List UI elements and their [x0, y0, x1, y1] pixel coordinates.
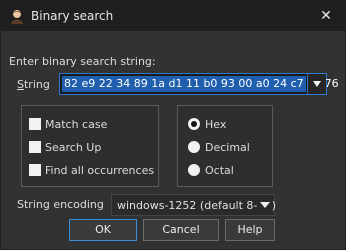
decimal-radio[interactable]	[188, 141, 200, 153]
window-title: Binary search	[31, 9, 114, 23]
match-case-checkbox[interactable]	[29, 118, 41, 130]
search-up-checkbox[interactable]	[29, 141, 41, 153]
octal-radio[interactable]	[188, 164, 200, 176]
options-group: Match case Search Up Find all occurrence…	[21, 105, 159, 187]
octal-label: Octal	[205, 164, 234, 177]
search-history-dropdown[interactable]	[307, 74, 326, 94]
cancel-button[interactable]: Cancel	[143, 219, 219, 241]
binary-search-dialog: Binary search ✕ Enter binary search stri…	[0, 0, 346, 250]
format-group: Hex Decimal Octal	[177, 105, 273, 187]
chevron-down-icon[interactable]	[258, 197, 272, 213]
app-avatar-icon	[11, 10, 23, 24]
hex-radio[interactable]	[188, 118, 200, 130]
help-button[interactable]: Help	[225, 219, 275, 241]
match-case-label: Match case	[45, 118, 108, 131]
find-all-checkbox[interactable]	[29, 164, 41, 176]
ok-button[interactable]: OK	[69, 219, 137, 241]
string-label: String	[17, 78, 50, 91]
decimal-label: Decimal	[205, 141, 250, 154]
encoding-select[interactable]: windows-1252 (default 8-bit)	[111, 194, 277, 216]
search-string-input[interactable]: 82 e9 22 34 89 1a d1 11 b0 93 00 a0 24 c…	[59, 73, 339, 95]
encoding-label: String encoding	[17, 198, 104, 211]
search-up-label: Search Up	[45, 141, 102, 154]
search-string-value: 82 e9 22 34 89 1a d1 11 b0 93 00 a0 24 c…	[64, 77, 339, 90]
search-prompt-label: Enter binary search string:	[9, 55, 156, 68]
encoding-selected-value: windows-1252 (default 8-bit)	[117, 199, 277, 212]
find-all-label: Find all occurrences	[45, 164, 155, 177]
title-bar: Binary search ✕	[1, 1, 345, 31]
close-icon[interactable]: ✕	[317, 7, 335, 25]
hex-label: Hex	[205, 118, 227, 131]
